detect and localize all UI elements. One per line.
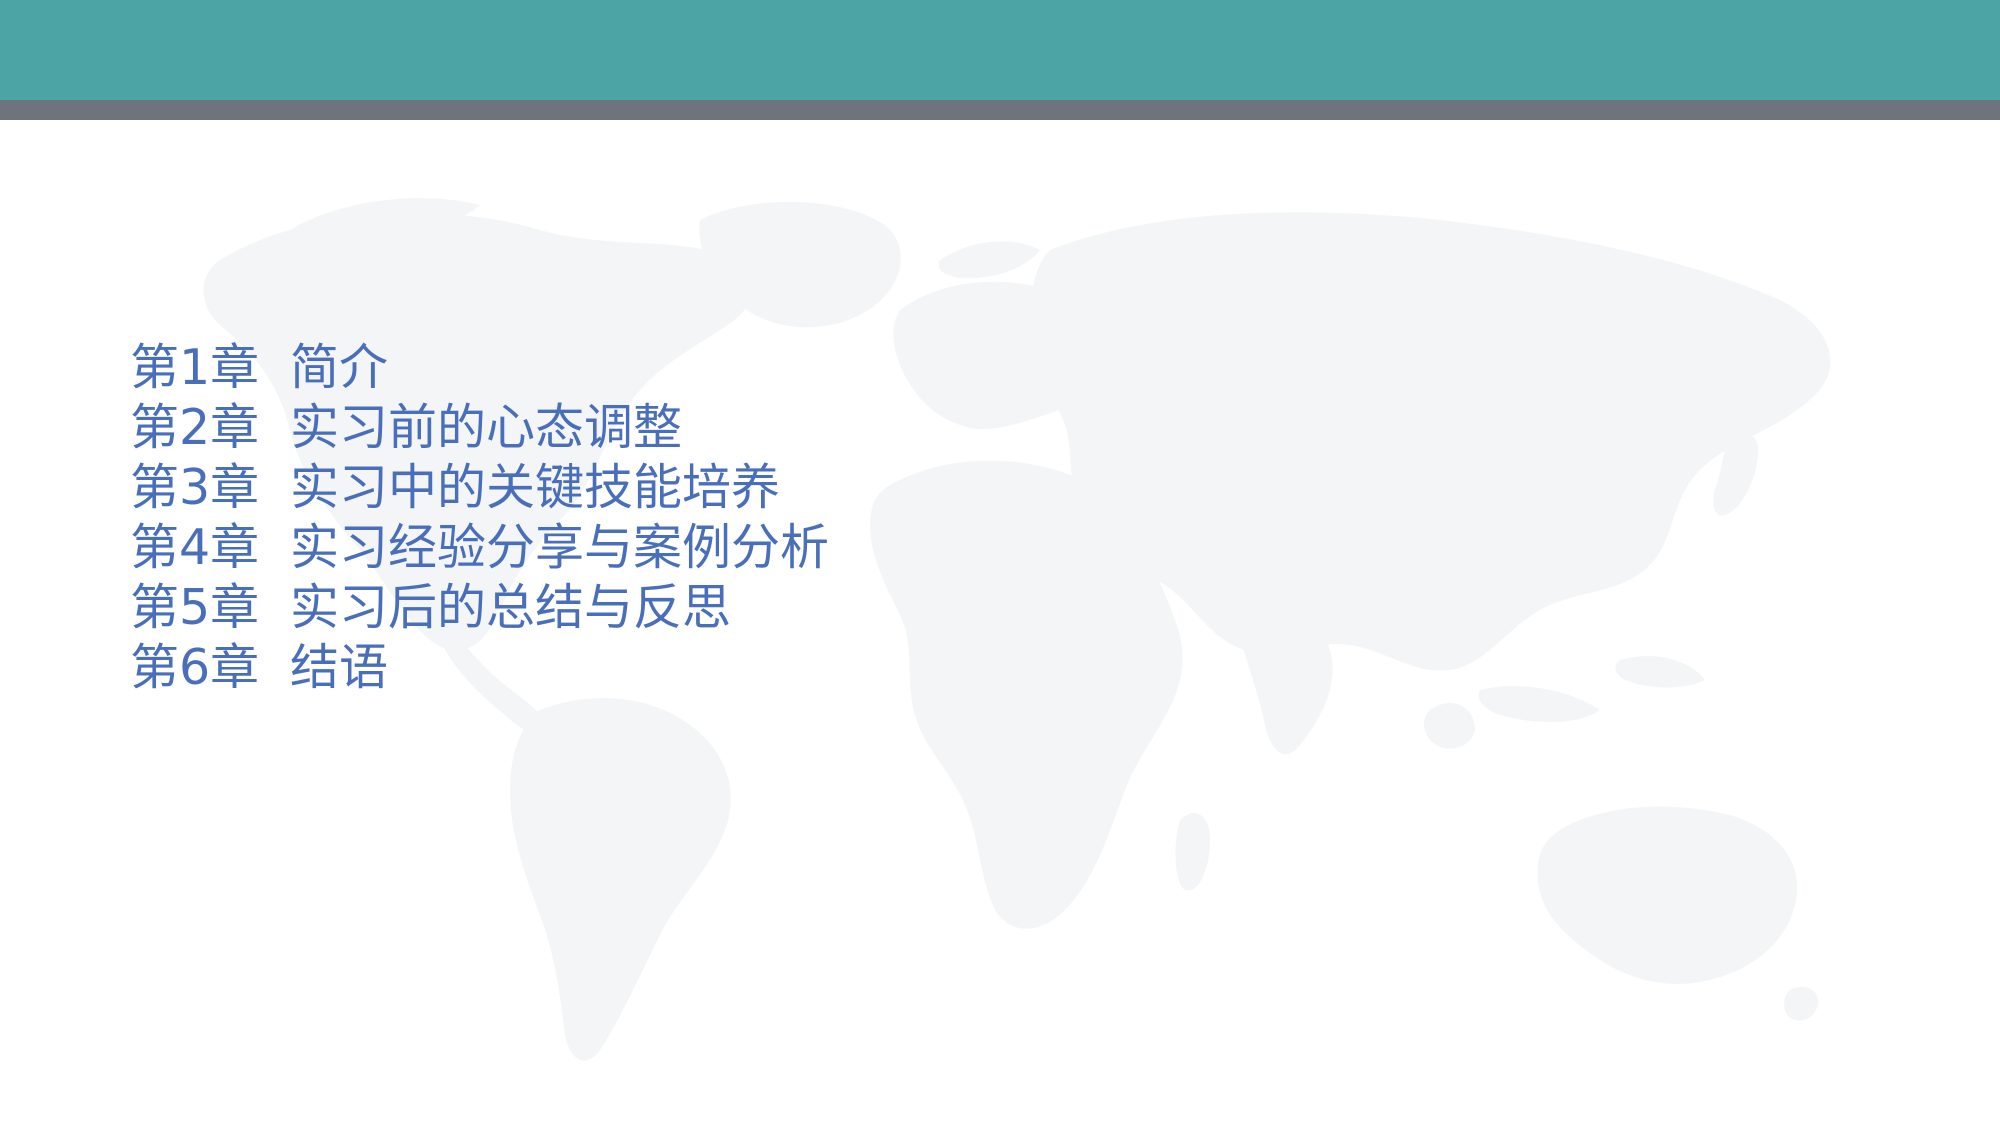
- toc-title: 实习后的总结与反思: [290, 579, 732, 636]
- toc-item-2: 第2章 实习前的心态调整: [130, 398, 829, 458]
- toc-title: 实习经验分享与案例分析: [290, 519, 830, 576]
- toc-title: 简介: [290, 339, 389, 396]
- toc-chapter-label: 第2章: [130, 399, 260, 456]
- toc-title: 实习前的心态调整: [290, 399, 683, 456]
- toc-item-6: 第6章 结语: [130, 638, 829, 698]
- toc-chapter-label: 第4章: [130, 519, 260, 576]
- toc-item-3: 第3章 实习中的关键技能培养: [130, 458, 829, 518]
- table-of-contents: 第1章 简介 第2章 实习前的心态调整 第3章 实习中的关键技能培养 第4章 实…: [130, 338, 829, 698]
- toc-item-4: 第4章 实习经验分享与案例分析: [130, 518, 829, 578]
- toc-title: 实习中的关键技能培养: [290, 459, 781, 516]
- toc-item-5: 第5章 实习后的总结与反思: [130, 578, 829, 638]
- toc-item-1: 第1章 简介: [130, 338, 829, 398]
- toc-title: 结语: [290, 639, 389, 696]
- toc-chapter-label: 第5章: [130, 579, 260, 636]
- toc-chapter-label: 第6章: [130, 639, 260, 696]
- toc-chapter-label: 第3章: [130, 459, 260, 516]
- toc-chapter-label: 第1章: [130, 339, 260, 396]
- header-band: [0, 0, 2000, 100]
- header-stripe: [0, 100, 2000, 120]
